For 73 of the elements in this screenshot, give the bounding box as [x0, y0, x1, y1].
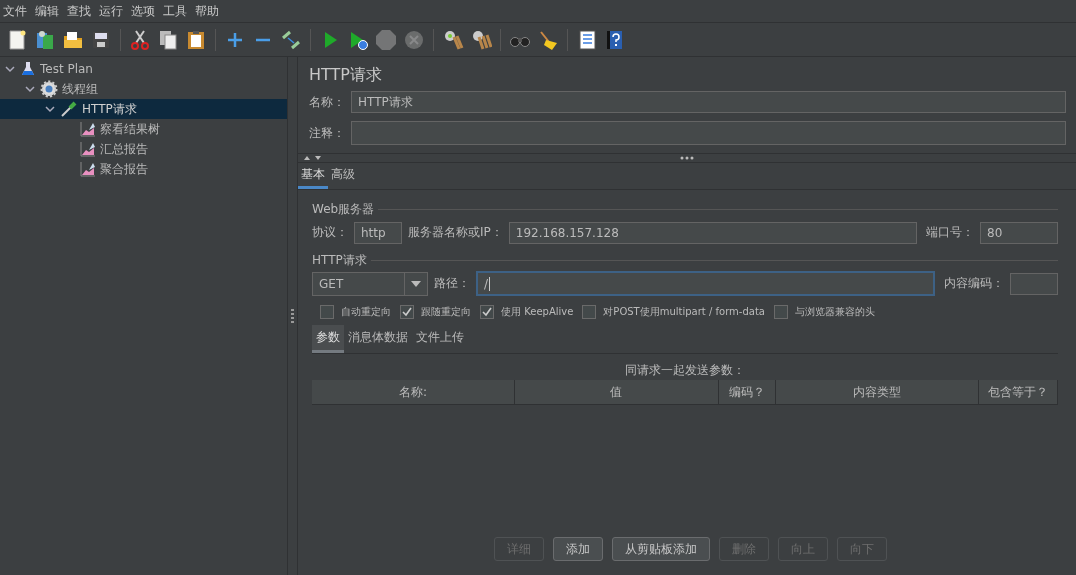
chevron-icon[interactable] — [4, 63, 16, 75]
checkmark-icon — [401, 306, 413, 318]
brooms-gear-icon[interactable] — [470, 28, 492, 51]
checkmark-icon — [481, 306, 493, 318]
protocol-field[interactable]: http — [354, 221, 402, 244]
column-header[interactable]: 值 — [515, 380, 719, 404]
tab[interactable]: 消息体数据 — [344, 325, 412, 353]
tab[interactable]: 基本 — [298, 166, 328, 189]
tab[interactable]: 文件上传 — [412, 325, 468, 353]
pipette-icon — [60, 100, 78, 118]
field-label: 路径： — [434, 275, 470, 292]
column-header[interactable]: 编码？ — [718, 380, 776, 404]
gear-icon — [40, 80, 58, 98]
menu-item[interactable]: 工具 — [163, 2, 187, 20]
table-caption: 同请求一起发送参数： — [624, 362, 746, 378]
splitter-handle[interactable] — [291, 309, 294, 323]
menu-item[interactable]: 编辑 — [35, 2, 59, 20]
menu-item[interactable]: 选项 — [131, 2, 155, 20]
tree-node[interactable]: 聚合报告 — [0, 159, 287, 179]
menu-item[interactable]: 查找 — [67, 2, 91, 20]
chevron-icon[interactable] — [44, 103, 56, 115]
menu-item[interactable]: 帮助 — [195, 2, 219, 20]
field-label: 注释： — [309, 124, 345, 142]
group-title: Web服务器 — [312, 200, 375, 218]
field-label: 内容编码： — [944, 275, 1004, 292]
blank-page-icon[interactable] — [6, 28, 28, 51]
action-button[interactable]: 从剪贴板添加 — [611, 537, 710, 561]
action-button[interactable]: 添加 — [552, 537, 603, 561]
chart-icon — [80, 121, 96, 137]
grip-dots-icon[interactable] — [680, 156, 694, 160]
tree-node[interactable]: Test Plan — [0, 59, 287, 79]
checkbox[interactable]: 与浏览器兼容的头 — [773, 305, 875, 319]
checkbox[interactable]: 使用 KeepAlive — [480, 305, 574, 319]
menu-item[interactable]: 运行 — [99, 2, 123, 20]
encoding-field[interactable] — [1010, 272, 1058, 295]
tab[interactable]: 参数 — [312, 325, 344, 353]
server-field[interactable]: 192.168.157.128 — [508, 221, 917, 244]
tree-node[interactable]: HTTP请求 — [0, 99, 287, 119]
copy-icon[interactable] — [157, 28, 179, 51]
port-field[interactable]: 80 — [980, 221, 1058, 244]
name-field[interactable]: HTTP请求 — [351, 91, 1066, 113]
list-icon[interactable] — [576, 28, 598, 51]
pencils-icon[interactable] — [280, 28, 302, 51]
path-field[interactable]: / — [476, 271, 935, 296]
menu-item[interactable]: 文件 — [3, 2, 27, 20]
tree-node[interactable]: 察看结果树 — [0, 119, 287, 139]
chart-icon — [80, 141, 96, 157]
checkbox[interactable]: 跟随重定向 — [400, 305, 471, 319]
tree-node[interactable]: 线程组 — [0, 79, 287, 99]
chart-icon — [80, 161, 96, 177]
field-label: 协议： — [312, 224, 348, 241]
checkbox[interactable]: 对POST使用multipart / form-data — [582, 305, 765, 319]
tab[interactable]: 高级 — [328, 166, 358, 189]
method-dropdown[interactable]: GET — [312, 271, 428, 296]
flask-icon — [20, 61, 36, 77]
comment-field[interactable] — [351, 121, 1066, 145]
field-label: 名称： — [309, 93, 345, 111]
field-label: 服务器名称或IP： — [408, 224, 503, 241]
clipboard-icon[interactable] — [185, 28, 207, 51]
scissors-icon[interactable] — [129, 28, 151, 51]
tree-node[interactable]: 汇总报告 — [0, 139, 287, 159]
dropdown-arrow-icon[interactable] — [411, 280, 421, 287]
chevron-icon[interactable] — [24, 83, 36, 95]
column-header[interactable]: 包含等于？ — [979, 380, 1058, 404]
panel-title: HTTP请求 — [308, 65, 383, 86]
checkbox[interactable]: 自动重定向 — [320, 305, 391, 319]
group-title: HTTP请求 — [312, 251, 367, 269]
field-label: 端口号： — [926, 224, 974, 241]
collapse-arrows-icon[interactable] — [303, 155, 323, 161]
broom-gear-icon[interactable] — [442, 28, 464, 51]
column-header[interactable]: 内容类型 — [775, 380, 980, 404]
book-icon[interactable] — [34, 28, 56, 51]
column-header[interactable]: 名称: — [312, 380, 516, 404]
